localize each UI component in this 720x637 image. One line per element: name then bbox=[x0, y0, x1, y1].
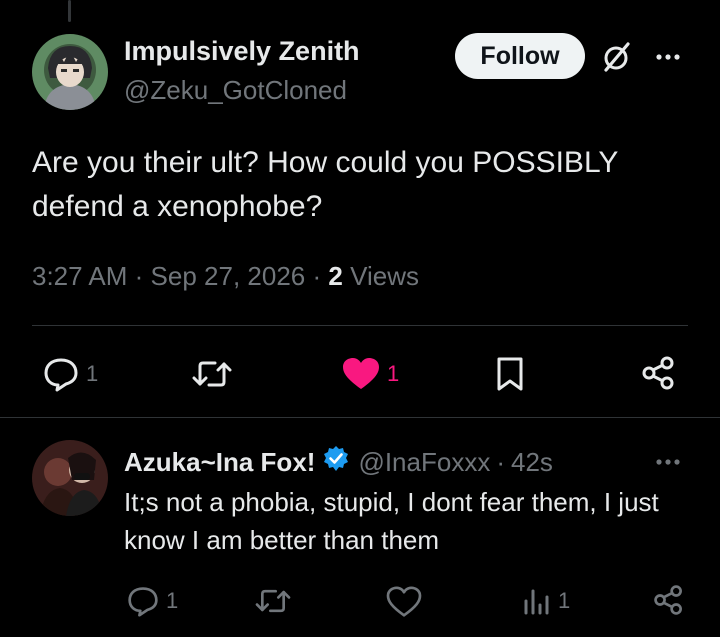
retweet-arrows-icon bbox=[192, 361, 232, 387]
reply-like-button[interactable] bbox=[386, 586, 422, 618]
share-nodes-icon bbox=[642, 356, 674, 390]
reply-count: 1 bbox=[86, 361, 99, 386]
verified-badge-icon[interactable] bbox=[322, 445, 350, 480]
reply-text: It;s not a phobia, stupid, I dont fear t… bbox=[124, 487, 659, 555]
reply-retweet-button[interactable] bbox=[254, 585, 292, 617]
share-nodes-icon bbox=[654, 585, 682, 615]
tweet-time[interactable]: 3:27 AM bbox=[32, 261, 127, 291]
divider bbox=[0, 417, 720, 418]
speech-bubble-icon bbox=[44, 358, 78, 392]
reply-author-handle[interactable]: @InaFoxxx bbox=[358, 447, 490, 478]
bar-chart-icon bbox=[524, 589, 549, 615]
speech-bubble-icon bbox=[128, 587, 158, 617]
heart-icon bbox=[386, 586, 422, 617]
views-label: Views bbox=[350, 261, 419, 291]
grok-slash-icon[interactable] bbox=[600, 40, 634, 74]
reply-views-count: 1 bbox=[558, 588, 571, 613]
divider bbox=[32, 325, 688, 326]
follow-button[interactable]: Follow bbox=[455, 33, 585, 79]
retweet-button[interactable] bbox=[191, 356, 239, 392]
reply-author-avatar[interactable] bbox=[32, 440, 108, 516]
meta-separator: · bbox=[134, 261, 144, 291]
views-count: 2 bbox=[328, 261, 343, 291]
like-button[interactable]: 1 bbox=[341, 356, 399, 392]
reply-author-name[interactable]: Azuka~Ina Fox! bbox=[124, 447, 315, 478]
bookmark-button[interactable] bbox=[494, 356, 526, 392]
meta-separator: · bbox=[312, 261, 322, 291]
author-name[interactable]: Impulsively Zenith bbox=[124, 36, 360, 67]
author-avatar[interactable] bbox=[32, 34, 108, 110]
reply-button[interactable]: 1 bbox=[42, 356, 98, 392]
bookmark-icon bbox=[497, 357, 523, 391]
retweet-arrows-icon bbox=[255, 589, 291, 613]
share-button[interactable] bbox=[640, 354, 678, 392]
reply-views-button[interactable]: 1 bbox=[522, 585, 570, 617]
reply-age[interactable]: 42s bbox=[511, 447, 553, 478]
more-dots-icon[interactable] bbox=[651, 445, 685, 479]
tweet-timestamp: 3:27 AM · Sep 27, 2026 · 2 Views bbox=[32, 261, 419, 292]
more-dots-icon[interactable] bbox=[651, 40, 685, 74]
reply-reply-button[interactable]: 1 bbox=[126, 585, 178, 617]
reply-share-button[interactable] bbox=[652, 583, 686, 617]
reply-reply-count: 1 bbox=[166, 588, 179, 613]
heart-icon bbox=[343, 358, 379, 389]
tweet-text: Are you their ult? How could you POSSIBL… bbox=[32, 146, 618, 223]
meta-separator: · bbox=[496, 447, 505, 477]
tweet-date[interactable]: Sep 27, 2026 bbox=[151, 261, 306, 291]
reply-header: Azuka~Ina Fox! @InaFoxxx · 42s bbox=[124, 445, 553, 480]
like-count: 1 bbox=[387, 361, 400, 386]
author-handle[interactable]: @Zeku_GotCloned bbox=[124, 75, 347, 106]
thread-connector-line bbox=[68, 0, 71, 22]
